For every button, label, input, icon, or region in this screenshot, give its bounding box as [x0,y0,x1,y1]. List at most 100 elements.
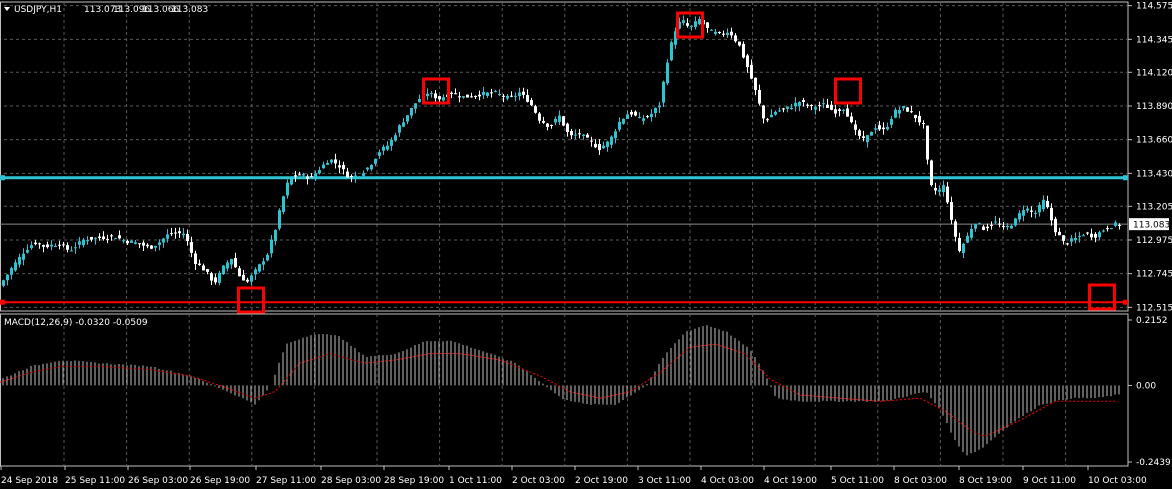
candle-body [1026,208,1029,211]
candle-body [642,118,645,121]
price-candles [2,15,1121,288]
candle-body [26,249,29,253]
candle-body [906,107,909,112]
x-tick-label: 2 Oct 03:00 [512,476,565,486]
candle-body [626,114,629,119]
candle-body [114,238,117,240]
ohlc-close: 113.083 [171,5,208,15]
candle-body [302,174,305,176]
candle-body [194,253,197,265]
y-tick-label: 114.575 [1136,2,1172,12]
candle-body [414,103,417,109]
x-tick-label: 4 Oct 19:00 [764,476,817,486]
candle-body [1098,232,1101,238]
y-tick-label: 112.745 [1136,270,1172,280]
candle-body [454,93,457,95]
candle-body [1042,199,1045,210]
x-tick-label: 28 Sep 03:00 [321,476,381,486]
candle-body [62,244,65,246]
candle-body [366,167,369,170]
axes: 114.575 114.345 114.120 113.890 113.660 113.4… [0,2,1172,486]
candle-body [894,109,897,118]
candle-body [510,95,513,97]
candle-body [506,95,509,99]
y-tick-label: 113.890 [1136,102,1172,112]
candle-body [226,262,229,269]
candle-body [798,101,801,106]
candle-body [270,239,273,254]
candle-body [686,23,689,26]
candle-body [1078,236,1081,238]
candle-body [1062,235,1065,241]
macd-signal-line [0,343,1116,437]
candle-body [266,254,269,261]
candle-body [346,171,349,178]
candle-body [218,272,221,283]
candle-body [630,111,633,115]
candle-body [542,120,545,123]
candle-body [1066,243,1069,245]
candle-body [514,95,517,97]
candle-body [50,244,53,247]
y-tick-label: 114.345 [1136,35,1172,45]
dropdown-triangle-icon[interactable] [4,7,10,11]
candle-body [902,106,905,109]
candle-body [318,170,321,174]
candle-body [38,243,41,245]
candle-body [926,125,929,160]
current-price-label: 113.083 [1133,221,1170,231]
candle-body [354,175,357,179]
candle-body [458,96,461,98]
candle-body [206,269,209,272]
macd-title: MACD(12,26,9) -0.0320 -0.0509 [4,318,148,328]
candle-body [314,173,317,180]
candle-body [638,117,641,119]
candle-body [378,152,381,156]
candle-body [526,95,529,102]
candle-body [1114,222,1117,226]
line-handle[interactable] [0,175,5,181]
candle-body [198,263,201,265]
candle-body [362,173,365,176]
candle-body [166,234,169,239]
line-handle[interactable] [1123,175,1128,181]
candle-body [470,96,473,98]
candle-body [690,25,693,27]
x-tick-label: 10 Oct 03:00 [1088,476,1147,486]
candle-body [1022,210,1025,216]
usdjpy-chart[interactable]: 114.575 114.345 114.120 113.890 113.660 113.4… [0,0,1172,489]
candle-body [586,134,589,138]
candle-body [418,98,421,103]
candle-body [246,279,249,282]
main-pane-frame [0,1,1129,312]
candle-body [534,106,537,113]
candle-body [734,35,737,42]
candle-body [58,244,61,246]
candle-body [546,123,549,127]
y-tick-label: 112.975 [1136,236,1172,246]
marker-boxes [237,11,1116,314]
candle-body [754,77,757,91]
candle-body [826,104,829,108]
candle-body [402,122,405,127]
candle-body [862,136,865,138]
candle-body [830,104,833,110]
candle-body [162,238,165,243]
y-tick-label: 113.660 [1136,136,1172,146]
candle-body [958,237,961,251]
candle-body [918,115,921,123]
candle-body [662,81,665,103]
candle-body [898,109,901,114]
candle-body [1058,231,1061,236]
candle-body [82,239,85,246]
y-tick-label: 113.205 [1136,202,1172,212]
candle-body [70,250,73,252]
line-handle[interactable] [0,299,5,305]
line-handle[interactable] [1123,299,1128,305]
candle-body [390,140,393,146]
candle-body [174,232,177,234]
candle-body [622,118,625,124]
candle-body [494,91,497,93]
candle-body [778,110,781,112]
candle-body [350,175,353,177]
